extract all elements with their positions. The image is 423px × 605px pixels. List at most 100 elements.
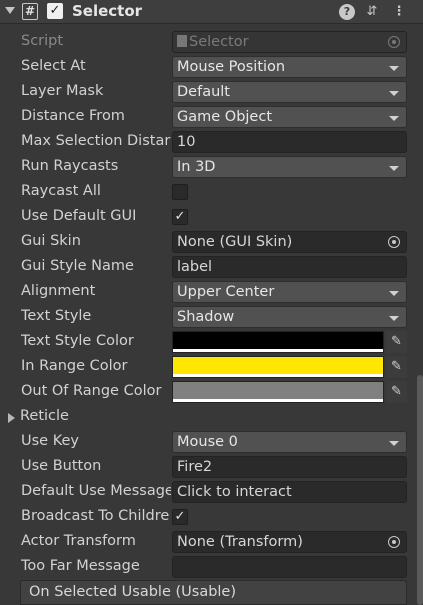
row-raycast-all: Raycast All: [0, 180, 423, 205]
chevron-down-icon: [389, 291, 399, 296]
max-selection-distance-input[interactable]: 10: [172, 131, 407, 153]
object-picker-icon[interactable]: [388, 536, 400, 548]
layer-mask-value: Default: [177, 84, 230, 100]
default-use-message-label: Default Use Message: [21, 483, 171, 499]
use-button-label: Use Button: [21, 458, 102, 474]
actor-transform-value: None (Transform): [177, 534, 303, 550]
chevron-down-icon: [389, 66, 399, 71]
eyedropper-icon[interactable]: ✎: [386, 331, 407, 353]
row-text-style: Text Style Shadow: [0, 305, 423, 330]
chevron-down-icon: [389, 116, 399, 121]
raycast-all-checkbox[interactable]: [172, 184, 188, 200]
gui-style-name-input[interactable]: label: [172, 256, 407, 278]
gui-skin-label: Gui Skin: [21, 233, 81, 249]
object-picker-icon: [388, 36, 400, 48]
distance-from-value: Game Object: [177, 109, 273, 125]
in-range-color-field[interactable]: [172, 356, 384, 378]
broadcast-to-children-label: Broadcast To Childre: [21, 508, 170, 524]
distance-from-dropdown[interactable]: Game Object: [172, 106, 407, 128]
script-field: Selector: [172, 31, 407, 53]
text-style-value: Shadow: [177, 309, 235, 325]
foldout-arrow-icon[interactable]: [5, 7, 15, 14]
component-title: Selector: [72, 2, 143, 20]
use-button-input[interactable]: Fire2: [172, 456, 407, 478]
alignment-value: Upper Center: [177, 284, 275, 300]
actor-transform-label: Actor Transform: [21, 533, 136, 549]
text-style-color-field[interactable]: [172, 331, 384, 353]
use-key-value: Mouse 0: [177, 434, 238, 450]
reticle-foldout[interactable]: Reticle: [0, 405, 423, 430]
broadcast-to-children-checkbox[interactable]: ✓: [172, 509, 188, 525]
object-picker-icon[interactable]: [388, 236, 400, 248]
default-use-message-input[interactable]: Click to interact: [172, 481, 407, 503]
run-raycasts-dropdown[interactable]: In 3D: [172, 156, 407, 178]
select-at-dropdown[interactable]: Mouse Position: [172, 56, 407, 78]
row-script: Script Selector: [0, 30, 423, 55]
row-max-selection-distance: Max Selection Distar 10: [0, 130, 423, 155]
gui-skin-object-field[interactable]: None (GUI Skin): [172, 231, 407, 253]
color-swatch: [173, 332, 383, 349]
row-alignment: Alignment Upper Center: [0, 280, 423, 305]
in-range-color-label: In Range Color: [21, 358, 128, 374]
eyedropper-icon[interactable]: ✎: [386, 356, 407, 378]
raycast-all-label: Raycast All: [21, 183, 101, 199]
row-default-use-message: Default Use Message Click to interact: [0, 480, 423, 505]
select-at-value: Mouse Position: [177, 59, 286, 75]
color-swatch: [173, 357, 383, 374]
max-selection-distance-label: Max Selection Distar: [21, 133, 171, 149]
chevron-down-icon: [389, 91, 399, 96]
row-gui-skin: Gui Skin None (GUI Skin): [0, 230, 423, 255]
alignment-dropdown[interactable]: Upper Center: [172, 281, 407, 303]
text-style-label: Text Style: [21, 308, 92, 324]
component-header[interactable]: # ✓ Selector ? ⇵ ⋮: [0, 0, 423, 24]
on-selected-usable-event[interactable]: On Selected Usable (Usable): [20, 580, 407, 605]
out-of-range-color-label: Out Of Range Color: [21, 383, 162, 399]
use-key-dropdown[interactable]: Mouse 0: [172, 431, 407, 453]
row-actor-transform: Actor Transform None (Transform): [0, 530, 423, 555]
chevron-down-icon: [389, 441, 399, 446]
row-run-raycasts: Run Raycasts In 3D: [0, 155, 423, 180]
gui-style-name-label: Gui Style Name: [21, 258, 134, 274]
too-far-message-label: Too Far Message: [21, 558, 140, 574]
help-icon[interactable]: ?: [339, 4, 355, 20]
eyedropper-icon[interactable]: ✎: [386, 381, 407, 403]
row-use-key: Use Key Mouse 0: [0, 430, 423, 455]
chevron-down-icon: [389, 166, 399, 171]
text-style-dropdown[interactable]: Shadow: [172, 306, 407, 328]
alpha-bar: [173, 399, 383, 402]
actor-transform-object-field[interactable]: None (Transform): [172, 531, 407, 553]
scrollbar-thumb[interactable]: [417, 375, 423, 605]
chevron-down-icon: [389, 316, 399, 321]
alignment-label: Alignment: [21, 283, 96, 299]
alpha-bar: [173, 349, 383, 352]
preset-icon[interactable]: ⇵: [364, 4, 380, 20]
row-distance-from: Distance From Game Object: [0, 105, 423, 130]
gui-skin-value: None (GUI Skin): [177, 234, 293, 250]
layer-mask-label: Layer Mask: [21, 83, 104, 99]
alpha-bar: [173, 374, 383, 377]
row-use-button: Use Button Fire2: [0, 455, 423, 480]
row-select-at: Select At Mouse Position: [0, 55, 423, 80]
use-default-gui-checkbox[interactable]: ✓: [172, 209, 188, 225]
script-icon: #: [22, 3, 38, 20]
run-raycasts-value: In 3D: [177, 159, 216, 175]
component-enabled-checkbox[interactable]: ✓: [47, 3, 63, 19]
layer-mask-dropdown[interactable]: Default: [172, 81, 407, 103]
too-far-message-input[interactable]: [172, 556, 407, 578]
row-gui-style-name: Gui Style Name label: [0, 255, 423, 280]
row-layer-mask: Layer Mask Default: [0, 80, 423, 105]
distance-from-label: Distance From: [21, 108, 125, 124]
row-use-default-gui: Use Default GUI ✓: [0, 205, 423, 230]
chevron-right-icon[interactable]: [8, 413, 15, 423]
row-in-range-color: In Range Color ✎: [0, 355, 423, 380]
reticle-label[interactable]: Reticle: [20, 408, 170, 424]
row-text-style-color: Text Style Color ✎: [0, 330, 423, 355]
select-at-label: Select At: [21, 58, 86, 74]
run-raycasts-label: Run Raycasts: [21, 158, 119, 174]
use-key-label: Use Key: [21, 433, 79, 449]
script-file-icon: [177, 35, 187, 47]
context-menu-icon[interactable]: ⋮: [391, 4, 407, 20]
use-default-gui-label: Use Default GUI: [21, 208, 137, 224]
out-of-range-color-field[interactable]: [172, 381, 384, 403]
script-value: Selector: [189, 34, 249, 50]
